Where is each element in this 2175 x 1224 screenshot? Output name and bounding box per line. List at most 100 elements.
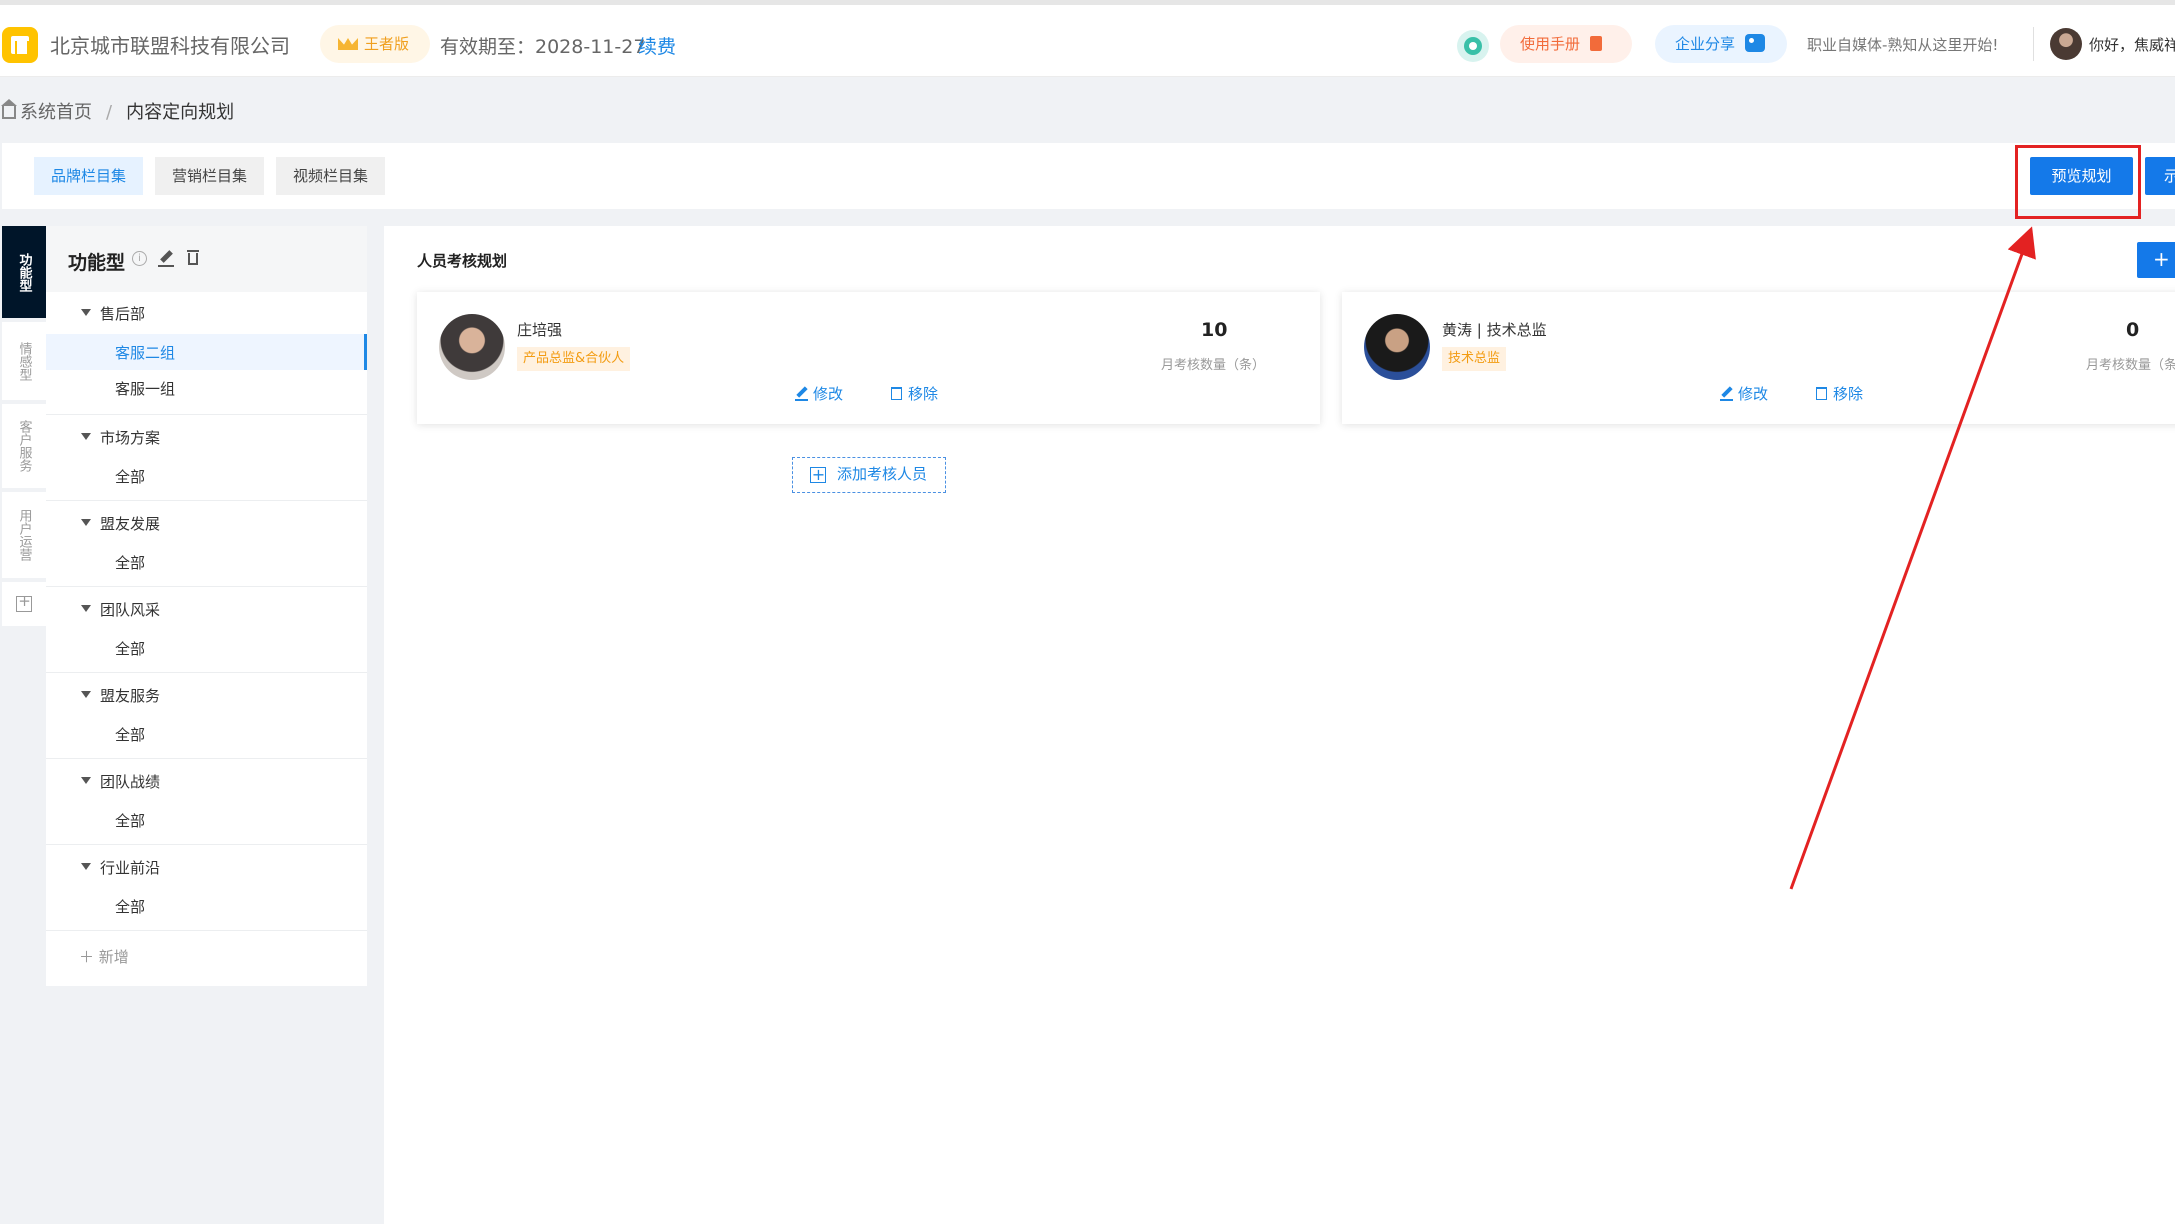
- manual-button[interactable]: 使用手册: [1500, 25, 1632, 63]
- tree-group-label: 团队风采: [100, 601, 161, 619]
- tree-group-label: 盟友发展: [100, 515, 161, 533]
- header-divider: [2033, 27, 2034, 61]
- tree-group-label: 盟友服务: [100, 687, 161, 705]
- toolbar-extra-button[interactable]: 示: [2145, 157, 2175, 195]
- tree-header: 功能型 i: [46, 226, 367, 292]
- tree-group-header[interactable]: 市场方案: [46, 416, 367, 458]
- vtab-functional[interactable]: 功能型: [2, 226, 46, 318]
- edit-label: 修改: [1738, 385, 1769, 403]
- tree-item-label: 全部: [115, 640, 146, 658]
- company-name: 北京城市联盟科技有限公司: [50, 34, 290, 58]
- remove-member-button[interactable]: 移除: [1816, 383, 1863, 404]
- expiry-date: 有效期至：2028-11-27: [440, 36, 646, 58]
- add-member-button[interactable]: 添加考核人员: [792, 457, 946, 493]
- member-role-tag: 技术总监: [1442, 347, 1507, 371]
- tree-item-label: 全部: [115, 554, 146, 572]
- tree-group-header[interactable]: 行业前沿: [46, 846, 367, 888]
- member-card: 黄涛 | 技术总监 技术总监 0 月考核数量（条） 修改 移除: [1342, 292, 2175, 424]
- tree-divider: [46, 758, 367, 759]
- preview-plan-button[interactable]: 预览规划: [2030, 157, 2133, 195]
- add-category-icon[interactable]: [2, 582, 46, 626]
- caret-down-icon: [81, 433, 91, 440]
- book-icon: [1590, 36, 1603, 51]
- tree-divider: [46, 844, 367, 845]
- home-icon: [1, 99, 17, 119]
- edit-label: 修改: [813, 385, 844, 403]
- tree-item-label: 全部: [115, 468, 146, 486]
- tree-group-header[interactable]: 团队战绩: [46, 760, 367, 802]
- tree-item[interactable]: 全部: [46, 802, 367, 838]
- vtab-emotional[interactable]: 情感型: [2, 322, 46, 400]
- tree-item-label: 客服一组: [115, 380, 176, 398]
- user-greeting[interactable]: 你好，焦威祥: [2089, 34, 2175, 55]
- edition-label: 王者版: [364, 35, 410, 53]
- remove-label: 移除: [1833, 385, 1864, 403]
- tree-item[interactable]: 全部: [46, 630, 367, 666]
- tree-item[interactable]: 客服二组: [46, 334, 367, 370]
- edit-member-button[interactable]: 修改: [795, 383, 843, 404]
- monthly-count-label: 月考核数量（条）: [1161, 358, 1266, 373]
- crown-icon: [338, 38, 358, 50]
- breadcrumb-current: 内容定向规划: [126, 102, 235, 123]
- column-set-tabbar: 品牌栏目集 营销栏目集 视频栏目集 预览规划 示: [2, 143, 2175, 209]
- tab-marketing-columns[interactable]: 营销栏目集: [155, 157, 265, 195]
- tree-item[interactable]: 全部: [46, 544, 367, 580]
- section-title: 人员考核规划: [417, 252, 508, 270]
- member-avatar: [439, 314, 505, 380]
- info-icon[interactable]: i: [132, 251, 147, 266]
- member-name: 庄培强: [517, 321, 563, 339]
- edit-icon[interactable]: [158, 250, 174, 267]
- edit-member-button[interactable]: 修改: [1720, 383, 1768, 404]
- member-card: 庄培强 产品总监&合伙人 10 月考核数量（条） 修改 移除: [417, 292, 1320, 424]
- breadcrumb: 系统首页 / 内容定向规划: [1, 98, 235, 124]
- tree-group-header[interactable]: 团队风采: [46, 588, 367, 630]
- tree-group-label: 行业前沿: [100, 859, 161, 877]
- tree-divider: [46, 414, 367, 415]
- tree-group-header[interactable]: 售后部: [46, 292, 367, 334]
- member-name: 黄涛 | 技术总监: [1442, 321, 1547, 339]
- add-tree-group-button[interactable]: ＋ 新增: [79, 946, 129, 967]
- tree-group-header[interactable]: 盟友发展: [46, 502, 367, 544]
- renew-link[interactable]: 续费: [638, 32, 676, 59]
- support-icon[interactable]: [1457, 30, 1489, 62]
- tree-item-label: 全部: [115, 812, 146, 830]
- app-header: 北京城市联盟科技有限公司 王者版 有效期至：2028-11-27 续费 使用手册…: [0, 5, 2175, 77]
- member-role-tag: 产品总监&合伙人: [517, 347, 631, 371]
- tree-group-label: 售后部: [100, 305, 146, 323]
- vtab-customer-service[interactable]: 客户服务: [2, 404, 46, 488]
- tree-item-label: 全部: [115, 726, 146, 744]
- delete-icon[interactable]: [187, 250, 199, 266]
- tree-item[interactable]: 全部: [46, 888, 367, 924]
- enterprise-share-button[interactable]: 企业分享: [1655, 25, 1787, 63]
- delete-icon: [1816, 387, 1827, 400]
- tab-brand-columns[interactable]: 品牌栏目集: [34, 157, 144, 195]
- caret-down-icon: [81, 691, 91, 698]
- manual-label: 使用手册: [1520, 35, 1581, 53]
- breadcrumb-separator: /: [106, 102, 113, 123]
- caret-down-icon: [81, 309, 91, 316]
- breadcrumb-home[interactable]: 系统首页: [20, 102, 92, 123]
- tree-item-label: 全部: [115, 898, 146, 916]
- slogan-text: 职业自媒体-熟知从这里开始!: [1807, 36, 1999, 54]
- monthly-count-label: 月考核数量（条）: [2086, 358, 2175, 373]
- tree-group-label: 团队战绩: [100, 773, 161, 791]
- tree-item[interactable]: 全部: [46, 716, 367, 752]
- tree-item[interactable]: 全部: [46, 458, 367, 494]
- main-content: 人员考核规划 + 新 庄培强 产品总监&合伙人 10 月考核数量（条） 修改 移…: [384, 226, 2175, 1224]
- remove-member-button[interactable]: 移除: [891, 383, 938, 404]
- user-avatar[interactable]: [2050, 28, 2082, 60]
- tree-title: 功能型: [68, 252, 126, 274]
- caret-down-icon: [81, 605, 91, 612]
- tab-video-columns[interactable]: 视频栏目集: [276, 157, 386, 195]
- monthly-count: 10: [1201, 319, 1228, 341]
- company-logo-icon: [2, 27, 38, 63]
- tree-group-header[interactable]: 盟友服务: [46, 674, 367, 716]
- tree-item[interactable]: 客服一组: [46, 370, 367, 406]
- vtab-user-operation[interactable]: 用户运营: [2, 492, 46, 578]
- share-label: 企业分享: [1675, 35, 1736, 53]
- tree-divider: [46, 586, 367, 587]
- add-plan-button[interactable]: + 新: [2137, 242, 2175, 305]
- caret-down-icon: [81, 777, 91, 784]
- tree-divider: [46, 930, 367, 931]
- monthly-count: 0: [2126, 319, 2140, 341]
